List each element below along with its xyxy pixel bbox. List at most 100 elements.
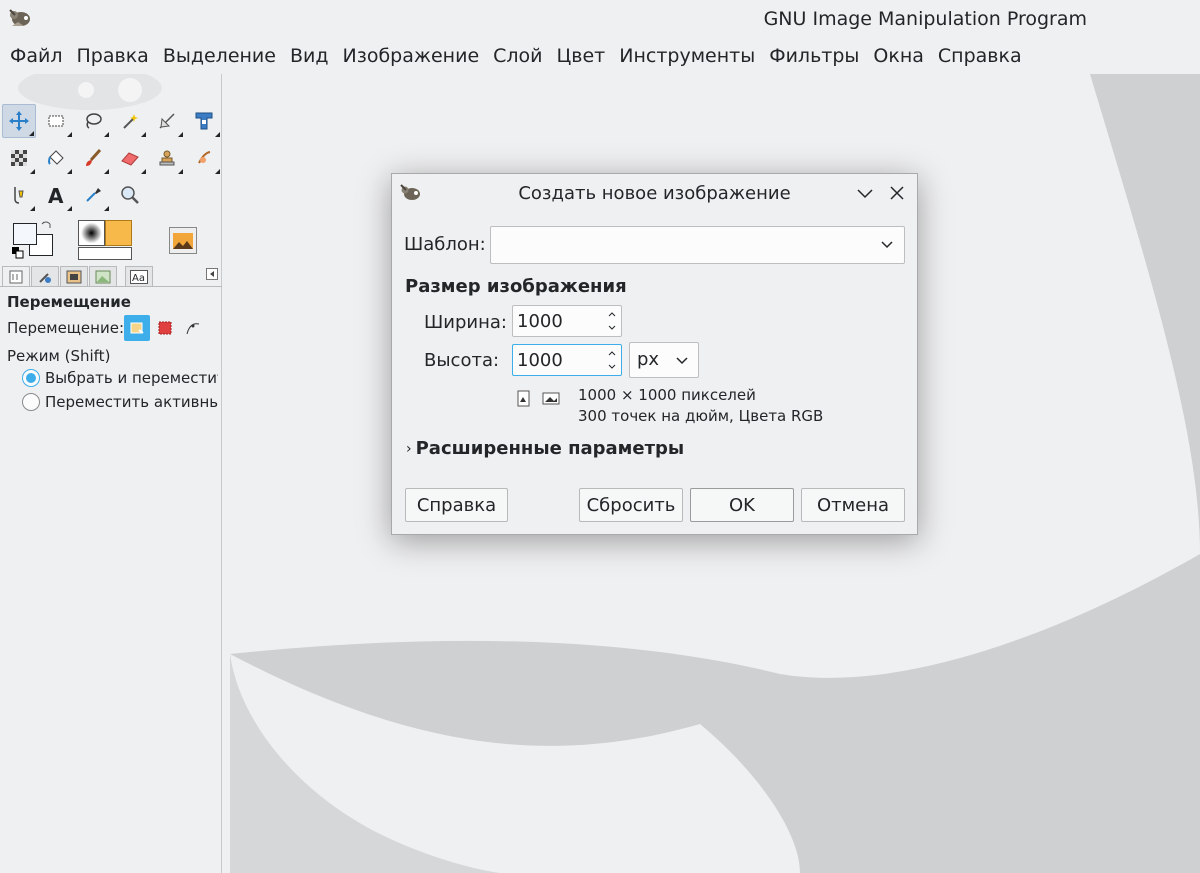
eraser-icon: [121, 152, 139, 166]
advanced-options-label: Расширенные параметры: [415, 438, 685, 459]
brush-preview[interactable]: [78, 220, 105, 246]
text-icon: A: [48, 184, 64, 206]
width-field[interactable]: [512, 305, 622, 337]
color-picker-button[interactable]: [76, 178, 110, 212]
menu-item[interactable]: Изображение: [336, 45, 487, 67]
chevron-right-icon: ›: [406, 440, 412, 457]
help-button[interactable]: Справка: [405, 488, 508, 522]
spin-arrows-icon[interactable]: [606, 308, 618, 334]
lasso-icon: [86, 113, 102, 129]
chevron-down-icon: [676, 357, 688, 365]
dock-menu-icon[interactable]: [206, 268, 218, 280]
move-layer-button[interactable]: [124, 315, 150, 341]
ok-button[interactable]: OK: [690, 488, 794, 522]
radio-move-active[interactable]: Переместить активны: [22, 391, 218, 413]
radio-button[interactable]: [22, 393, 40, 411]
gradient-button[interactable]: [2, 141, 36, 175]
width-input[interactable]: [517, 309, 603, 333]
radio-active-label: Переместить активны: [45, 393, 218, 411]
menu-item[interactable]: Правка: [70, 45, 156, 67]
unit-dropdown[interactable]: px: [629, 342, 699, 378]
image-preview[interactable]: [169, 227, 197, 254]
crop-button[interactable]: [150, 104, 184, 138]
move-type-label: Перемещение:: [7, 319, 124, 337]
default-colors-icon[interactable]: [12, 247, 24, 259]
menu-item[interactable]: Цвет: [550, 45, 613, 67]
height-input[interactable]: [517, 348, 603, 372]
bucket-fill-button[interactable]: [39, 141, 73, 175]
spin-arrows-icon[interactable]: [606, 347, 618, 373]
zoom-button[interactable]: [113, 178, 147, 212]
color-area: [10, 220, 220, 264]
reset-button[interactable]: Сбросить: [579, 488, 683, 522]
selection-icon: [158, 321, 172, 335]
eraser-button[interactable]: [113, 141, 147, 175]
images-icon: [95, 270, 111, 283]
smudge-button[interactable]: [187, 141, 221, 175]
menu-item[interactable]: Вид: [283, 45, 336, 67]
tool-options-icon: [9, 270, 23, 283]
fuzzy-select-icon: [123, 114, 138, 129]
radio-button-checked[interactable]: [22, 369, 40, 387]
tab-tool-options[interactable]: [2, 266, 30, 286]
chevron-down-icon: [881, 241, 893, 249]
clone-button[interactable]: [150, 141, 184, 175]
move-type-group: [124, 315, 214, 341]
cancel-button[interactable]: Отмена: [801, 488, 905, 522]
toolbox: A Aa Перемещение Перемещение: Режим (Shi…: [0, 74, 222, 873]
menu-bar: Файл Правка Выделение Вид Изображение Слой Цве…: [0, 38, 1200, 74]
lasso-button[interactable]: [76, 104, 110, 138]
text-tool-button[interactable]: A: [39, 178, 73, 212]
height-field[interactable]: [512, 344, 622, 376]
dock-tabs: Aa: [2, 266, 220, 288]
menu-item[interactable]: Инструменты: [612, 45, 762, 67]
rect-select-button[interactable]: [39, 104, 73, 138]
menu-item[interactable]: Фильтры: [762, 45, 866, 67]
menu-item[interactable]: Окна: [866, 45, 931, 67]
paintbrush-button[interactable]: [76, 141, 110, 175]
radio-pick-layer[interactable]: Выбрать и переместит: [22, 367, 218, 389]
svg-text:Aa: Aa: [132, 273, 145, 284]
swap-colors-icon[interactable]: [40, 220, 52, 232]
foreground-color-swatch[interactable]: [13, 223, 37, 245]
paths-icon: [14, 187, 24, 204]
menu-item[interactable]: Справка: [931, 45, 1029, 67]
bucket-fill-icon: [48, 150, 64, 165]
tab-undo-history[interactable]: [60, 266, 88, 286]
landscape-icon[interactable]: [542, 392, 560, 406]
color-picker-icon: [86, 188, 101, 202]
image-size-heading: Размер изображения: [405, 276, 627, 297]
path-icon: [186, 323, 200, 335]
pattern-preview[interactable]: [105, 220, 132, 246]
close-icon[interactable]: [887, 183, 907, 203]
move-selection-button[interactable]: [156, 319, 174, 337]
advanced-options-expander[interactable]: › Расширенные параметры: [406, 438, 684, 459]
layer-icon: [130, 322, 144, 334]
move-tool-button[interactable]: [2, 104, 36, 138]
gimp-logo-icon: [9, 9, 30, 26]
undo-history-icon: [66, 270, 82, 283]
menu-item[interactable]: Выделение: [156, 45, 283, 67]
tool-options-panel: Перемещение Перемещение: Режим (Shift) В…: [0, 286, 222, 873]
paths-button[interactable]: [2, 178, 36, 212]
minimize-chevron-icon[interactable]: [855, 183, 875, 203]
image-dimensions-info: 1000 × 1000 пикселей: [578, 386, 756, 404]
unified-transform-button[interactable]: [187, 104, 221, 138]
tab-device-status[interactable]: [31, 266, 59, 286]
menu-item[interactable]: Файл: [3, 45, 70, 67]
gradient-preview[interactable]: [78, 247, 132, 260]
template-dropdown[interactable]: [490, 226, 905, 264]
portrait-icon[interactable]: [516, 390, 532, 408]
unified-transform-icon: [195, 112, 213, 130]
radio-pick-label: Выбрать и переместит: [45, 369, 218, 387]
move-path-button[interactable]: [184, 319, 202, 337]
device-status-icon: [39, 272, 51, 283]
tab-images[interactable]: [89, 266, 117, 286]
tab-fonts[interactable]: Aa: [125, 266, 153, 286]
clone-icon: [159, 150, 175, 166]
width-label: Ширина:: [424, 312, 507, 333]
height-label: Высота:: [424, 350, 500, 371]
menu-item[interactable]: Слой: [486, 45, 549, 67]
fuzzy-select-button[interactable]: [113, 104, 147, 138]
dialog-title: Создать новое изображение: [518, 183, 791, 204]
